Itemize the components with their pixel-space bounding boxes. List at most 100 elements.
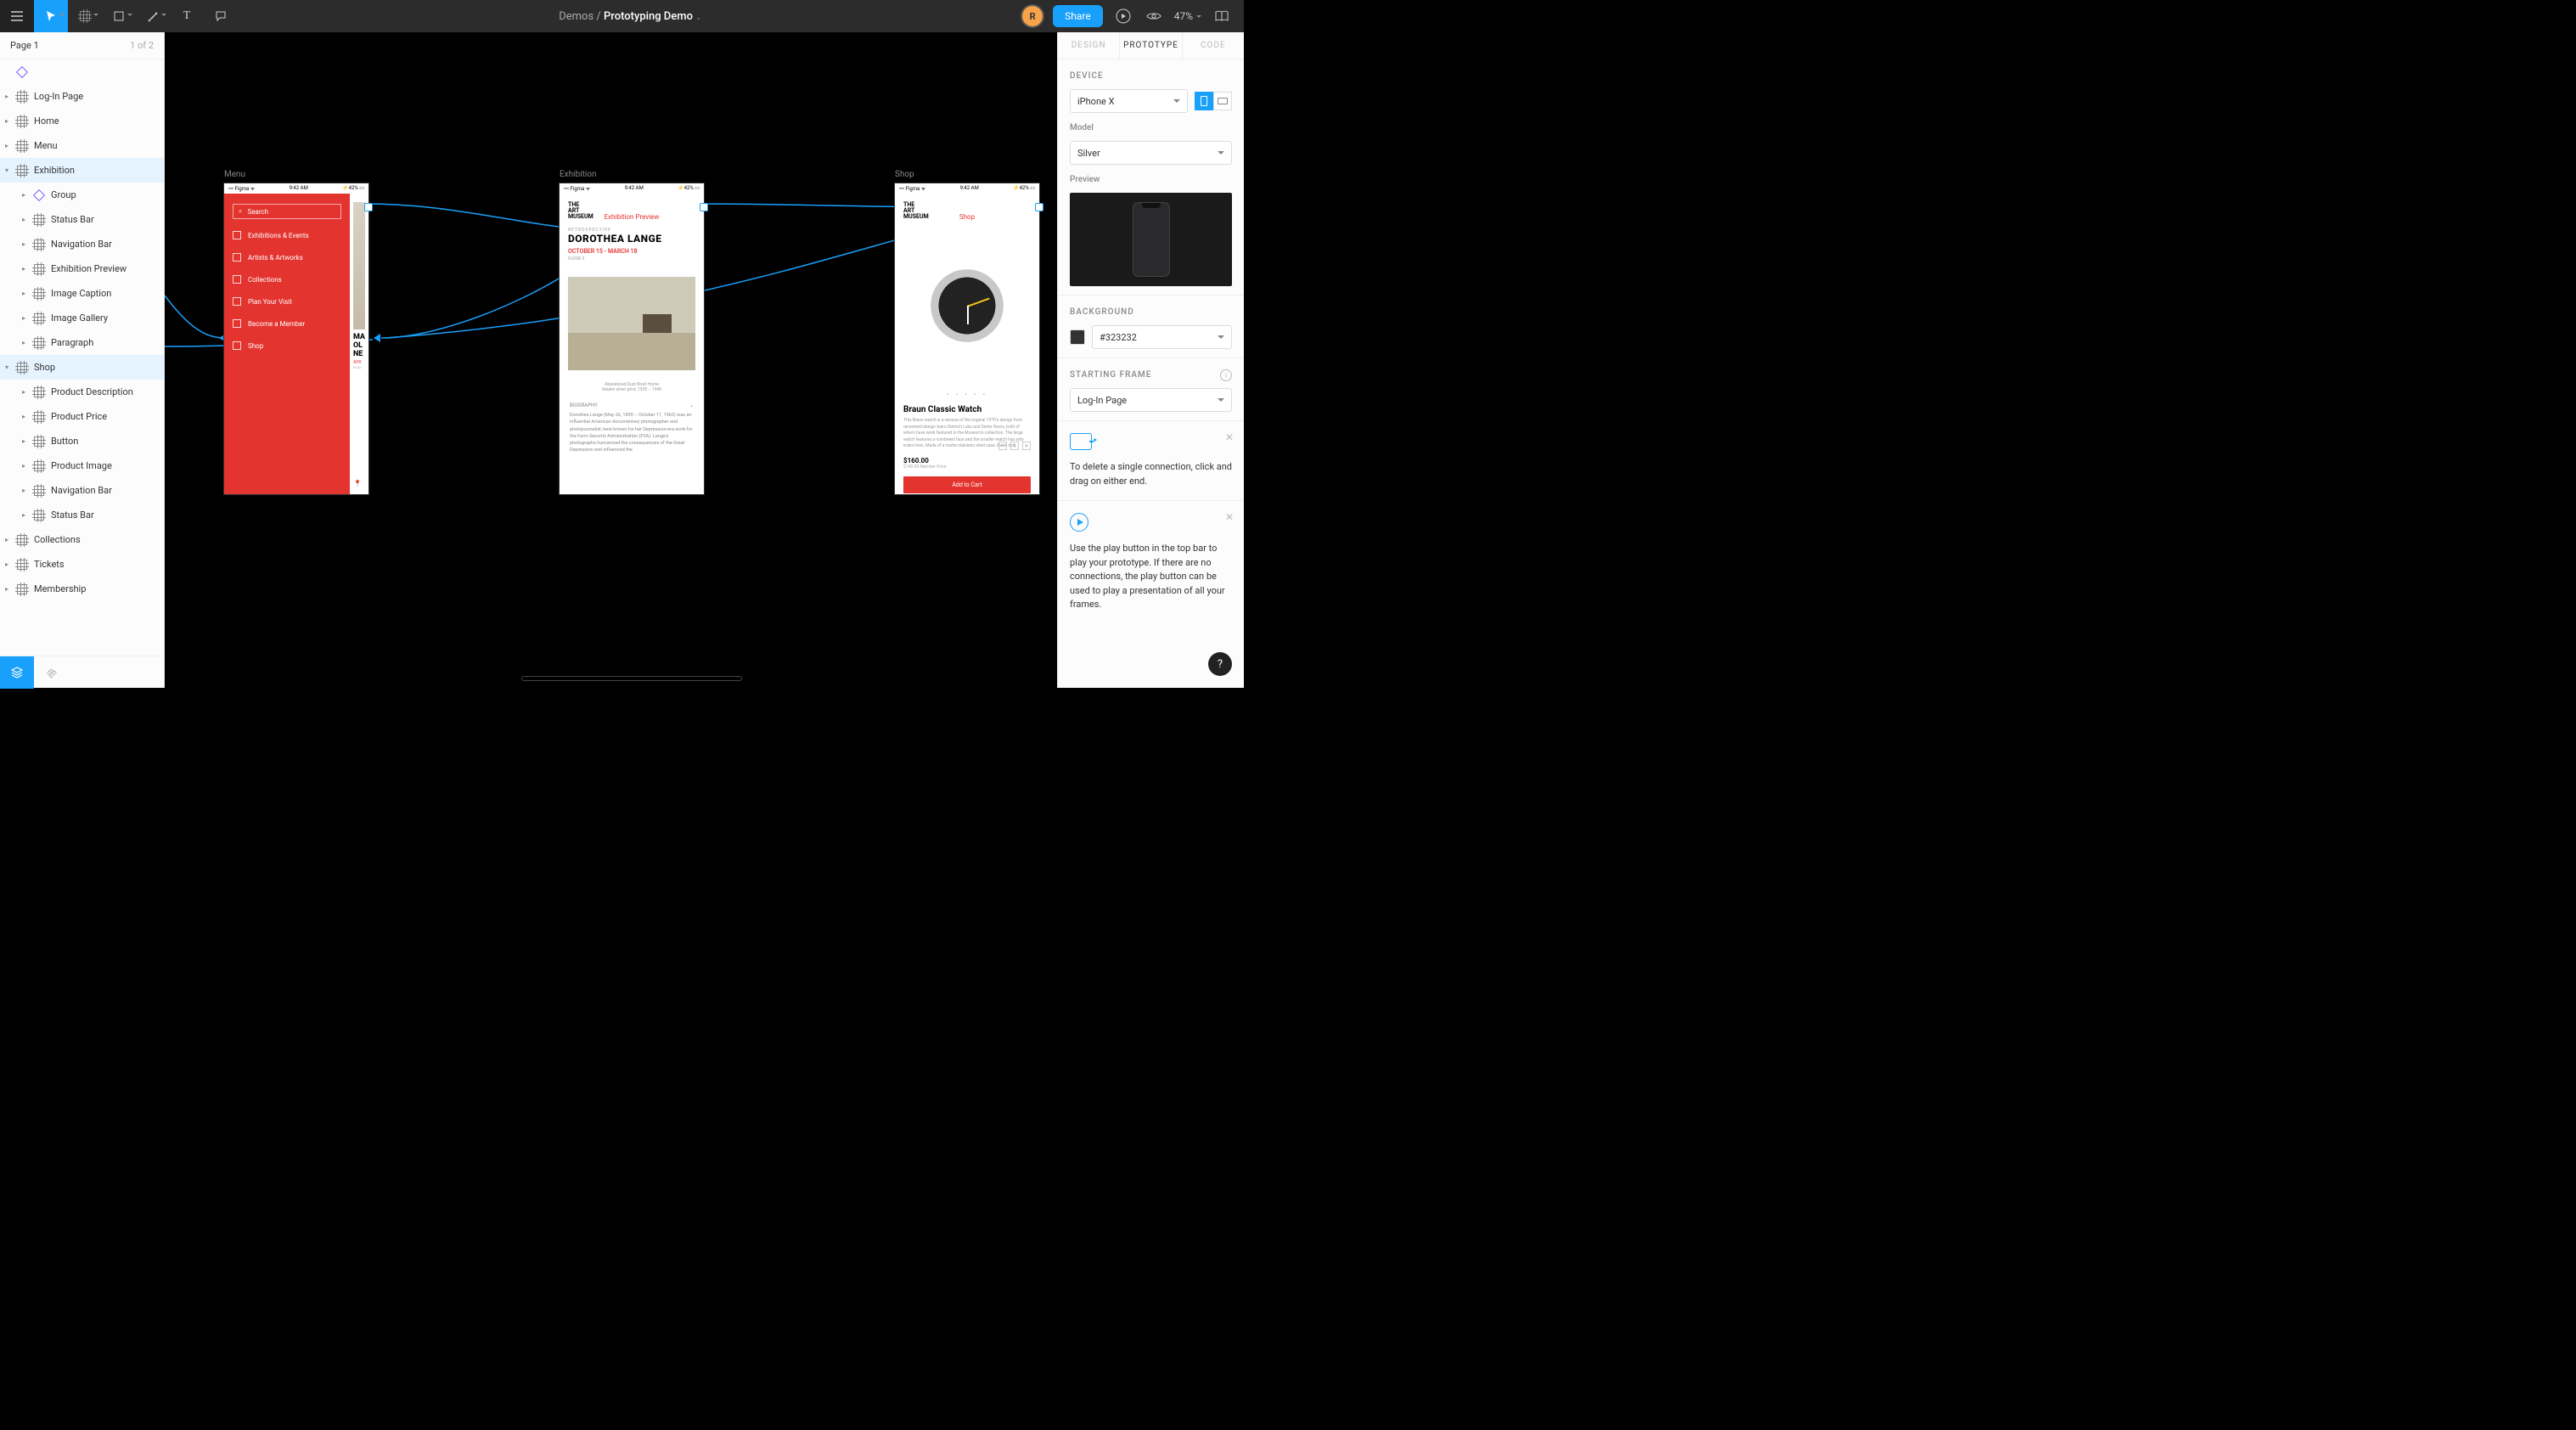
help-button[interactable]: ? (1208, 652, 1232, 676)
layer-row[interactable]: ▸Product Description (0, 380, 164, 404)
starting-frame-select[interactable]: Log-In Page (1070, 388, 1232, 412)
expand-icon[interactable]: ▸ (22, 339, 31, 346)
share-button[interactable]: Share (1053, 5, 1103, 27)
plus-icon[interactable]: + (1022, 442, 1031, 450)
layer-row[interactable]: ▸Membership (0, 577, 164, 601)
tab-code[interactable]: CODE (1182, 32, 1244, 59)
library-button[interactable] (1212, 6, 1232, 26)
comment-tool[interactable] (204, 0, 238, 32)
connection-node[interactable] (700, 203, 708, 211)
text-tool[interactable]: T (170, 0, 204, 32)
close-icon[interactable]: ✕ (1225, 511, 1234, 523)
color-hex-input[interactable]: #323232 (1092, 325, 1232, 349)
expand-icon[interactable]: ▸ (22, 240, 31, 248)
status-left: ••• Figma ᯤ (228, 185, 255, 192)
exhibition-title: DOROTHEA LANGE (568, 233, 695, 245)
menu-item-label: Shop (248, 342, 263, 350)
menu-item[interactable]: Collections (233, 275, 341, 284)
layer-row[interactable]: ▸Menu (0, 133, 164, 158)
layer-row[interactable]: ▸ (0, 59, 164, 84)
layer-row[interactable]: ▸Button (0, 429, 164, 453)
expand-icon[interactable]: ▸ (5, 585, 14, 593)
expand-icon[interactable]: ▸ (5, 560, 14, 568)
expand-icon[interactable]: ▸ (22, 437, 31, 445)
menu-item-label: Exhibitions & Events (248, 232, 309, 239)
layer-row[interactable]: ▾Exhibition (0, 158, 164, 183)
expand-icon[interactable]: ▸ (5, 536, 14, 543)
minus-icon[interactable]: − (998, 442, 1007, 450)
main-menu-button[interactable] (0, 0, 34, 32)
expand-icon[interactable]: ▾ (5, 166, 14, 174)
search-field[interactable]: ⌕Search (233, 204, 341, 219)
expand-icon[interactable]: ▾ (5, 363, 14, 371)
user-avatar[interactable]: R (1022, 6, 1043, 26)
portrait-button[interactable] (1195, 92, 1213, 110)
expand-icon[interactable]: ▸ (22, 413, 31, 420)
expand-icon[interactable]: ▸ (22, 216, 31, 223)
expand-icon[interactable]: ▸ (22, 290, 31, 297)
layer-row[interactable]: ▸Status Bar (0, 207, 164, 232)
frame-shop[interactable]: Shop ••• Figma ᯤ 9:42 AM ⚡42% ▭ THE ART … (895, 183, 1039, 494)
pagination-dots: • • • • • (903, 391, 1031, 398)
expand-icon[interactable]: ▸ (22, 487, 31, 494)
expand-icon[interactable]: ▸ (22, 265, 31, 273)
expand-icon[interactable]: ▸ (22, 511, 31, 519)
frame-menu[interactable]: Menu ••• Figma ᯤ 9:42 AM ⚡42% ▭ ⌕Search … (224, 183, 368, 494)
layer-row[interactable]: ▸Exhibition Preview (0, 256, 164, 281)
add-to-cart-button[interactable]: Add to Cart (903, 476, 1031, 493)
layer-row[interactable]: ▸Image Caption (0, 281, 164, 306)
layer-row[interactable]: ▸Navigation Bar (0, 478, 164, 503)
breadcrumb[interactable]: Demos / Prototyping Demo ⌄ (238, 10, 1022, 23)
menu-item-label: Collections (248, 276, 282, 284)
layer-row[interactable]: ▸Navigation Bar (0, 232, 164, 256)
layer-row[interactable]: ▸Log-In Page (0, 84, 164, 109)
connection-node[interactable] (1035, 203, 1043, 211)
expand-icon[interactable]: ▸ (5, 142, 14, 149)
device-select[interactable]: iPhone X (1070, 89, 1188, 113)
layer-row[interactable]: ▸Tickets (0, 552, 164, 577)
layer-row[interactable]: ▸Status Bar (0, 503, 164, 527)
canvas[interactable]: Menu ••• Figma ᯤ 9:42 AM ⚡42% ▭ ⌕Search … (165, 32, 1057, 688)
status-right: ⚡42% ▭ (678, 185, 700, 192)
menu-item[interactable]: Artists & Artworks (233, 253, 341, 262)
layer-row[interactable]: ▸Group (0, 183, 164, 207)
layer-row[interactable]: ▸Product Image (0, 453, 164, 478)
menu-item[interactable]: Exhibitions & Events (233, 231, 341, 239)
assets-tab[interactable] (34, 656, 68, 689)
landscape-button[interactable] (1213, 92, 1232, 110)
pen-tool[interactable] (136, 0, 170, 32)
menu-item[interactable]: Shop (233, 341, 341, 350)
menu-item[interactable]: Become a Member (233, 319, 341, 328)
model-select[interactable]: Silver (1070, 141, 1232, 165)
tab-design[interactable]: DESIGN (1058, 32, 1119, 59)
connection-node[interactable] (364, 203, 373, 211)
menu-item[interactable]: Plan Your Visit (233, 297, 341, 306)
tab-prototype[interactable]: PROTOTYPE (1119, 32, 1181, 59)
layer-row[interactable]: ▸Image Gallery (0, 306, 164, 330)
horizontal-scrollbar[interactable] (521, 676, 742, 681)
shape-tool[interactable] (102, 0, 136, 32)
expand-icon[interactable]: ▸ (22, 462, 31, 470)
layers-tab[interactable] (0, 656, 34, 689)
expand-icon[interactable]: ▸ (22, 314, 31, 322)
layer-row[interactable]: ▾Shop (0, 355, 164, 380)
layer-row[interactable]: ▸Home (0, 109, 164, 133)
present-button[interactable] (1113, 6, 1133, 26)
expand-icon[interactable]: ▸ (5, 93, 14, 100)
expand-icon[interactable]: ▸ (22, 191, 31, 199)
info-icon[interactable]: i (1220, 369, 1232, 381)
expand-icon[interactable]: ▸ (22, 388, 31, 396)
layer-row[interactable]: ▸Paragraph (0, 330, 164, 355)
page-selector[interactable]: Page 1 1 of 2 (0, 32, 164, 59)
frame-exhibition[interactable]: Exhibition ••• Figma ᯤ 9:42 AM ⚡42% ▭ TH… (560, 183, 704, 494)
move-tool[interactable] (34, 0, 68, 32)
color-swatch[interactable] (1070, 329, 1085, 345)
layer-row[interactable]: ▸Collections (0, 527, 164, 552)
zoom-control[interactable]: 47% (1174, 10, 1201, 22)
quantity-stepper[interactable]: −1+ (998, 442, 1031, 450)
view-settings-button[interactable] (1144, 6, 1164, 26)
close-icon[interactable]: ✕ (1225, 431, 1234, 443)
expand-icon[interactable]: ▸ (5, 117, 14, 125)
layer-row[interactable]: ▸Product Price (0, 404, 164, 429)
frame-tool[interactable] (68, 0, 102, 32)
